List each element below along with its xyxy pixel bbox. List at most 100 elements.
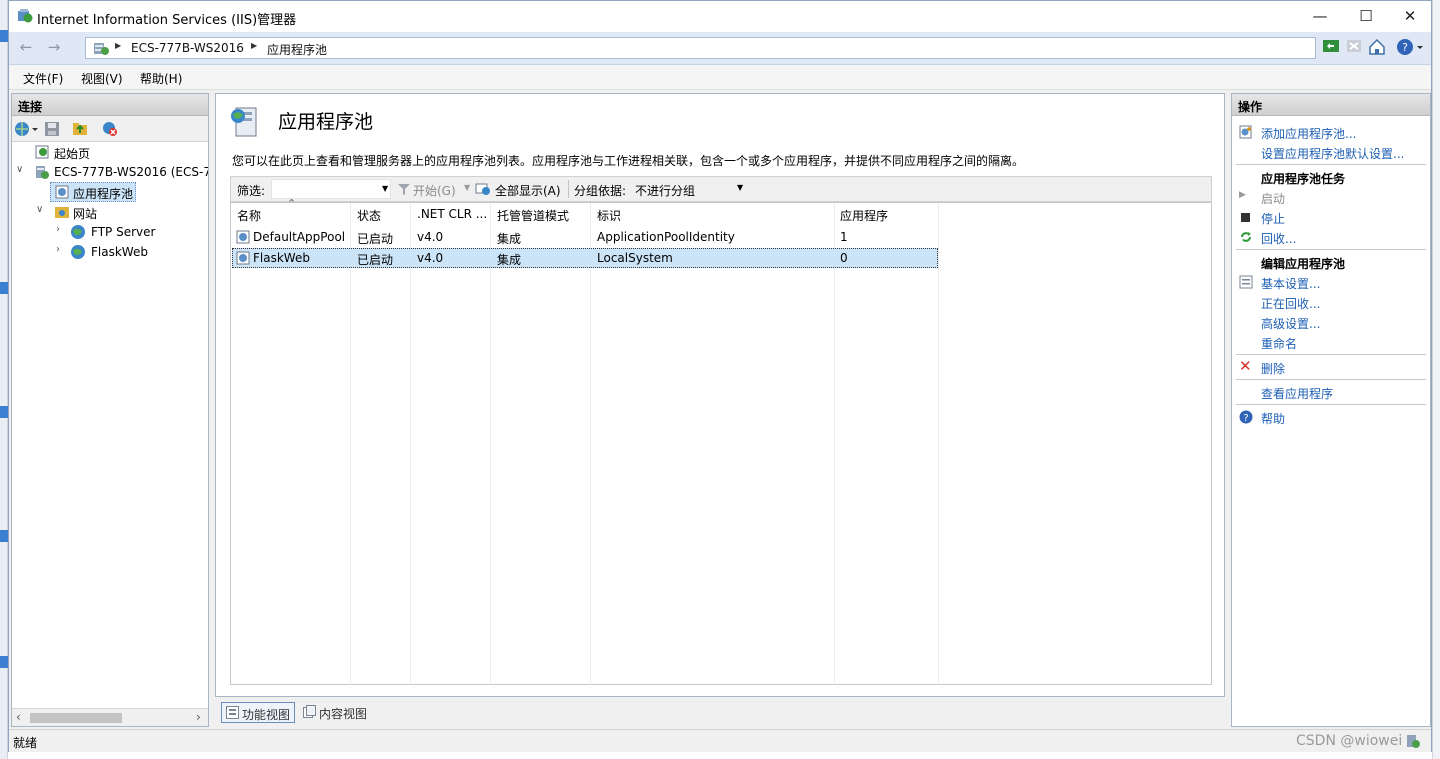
cell-applications: 0 [840, 251, 848, 265]
column-header-name[interactable]: 名称 [237, 207, 261, 224]
collapse-chevron-icon[interactable]: ∨ [36, 204, 43, 215]
forward-button[interactable]: → [41, 37, 67, 59]
menu-file[interactable]: 文件(F) [23, 70, 63, 87]
expand-chevron-icon[interactable]: › [56, 224, 60, 235]
tab-label: 功能视图 [242, 708, 291, 722]
tree-label: ECS-777B-WS2016 (ECS-77 [54, 165, 208, 179]
column-header-pipeline[interactable]: 托管管道模式 [497, 207, 569, 224]
iis-app-icon [17, 8, 33, 24]
group-by-select[interactable]: 不进行分组 [635, 182, 695, 199]
action-delete[interactable]: 删除 [1261, 360, 1285, 377]
address-bar[interactable]: ▶ ECS-777B-WS2016 ▶ 应用程序池 [85, 37, 1316, 59]
connect-globe-icon[interactable] [14, 121, 40, 137]
app-pools-page-icon [228, 104, 264, 140]
scroll-right-icon[interactable]: › [196, 710, 201, 724]
tree-item-flaskweb[interactable]: › FlaskWeb [12, 242, 208, 262]
site-globe-icon [70, 244, 86, 260]
tree-item-sites[interactable]: ∨ 网站 [12, 202, 208, 222]
action-advanced-settings[interactable]: 高级设置... [1261, 315, 1320, 332]
action-recycling[interactable]: 正在回收... [1261, 295, 1320, 312]
tree-label: FTP Server [91, 225, 156, 239]
action-help[interactable]: 帮助 [1261, 410, 1285, 427]
home-icon[interactable] [1368, 38, 1386, 56]
background-marker [0, 530, 8, 542]
up-folder-icon[interactable] [72, 121, 88, 137]
action-stop[interactable]: 停止 [1261, 210, 1285, 227]
expand-chevron-icon[interactable]: › [56, 244, 60, 255]
collapse-chevron-icon[interactable]: ∨ [16, 164, 23, 175]
refresh-icon[interactable] [1322, 38, 1340, 56]
breadcrumb-server[interactable]: ECS-777B-WS2016 [131, 41, 244, 55]
tree-item-app-pools[interactable]: 应用程序池 [12, 182, 208, 202]
group-by-dropdown-icon[interactable]: ▼ [737, 183, 743, 192]
breadcrumb-separator-icon: ▶ [115, 41, 122, 50]
connections-toolbar [12, 116, 208, 142]
close-button[interactable]: ✕ [1387, 1, 1433, 32]
breadcrumb-app-pools[interactable]: 应用程序池 [267, 41, 327, 58]
action-basic-settings[interactable]: 基本设置... [1261, 275, 1320, 292]
help-menu-icon[interactable]: ? [1396, 38, 1423, 56]
tree-item-server[interactable]: ∨ ECS-777B-WS2016 (ECS-77 [12, 162, 208, 182]
start-dropdown-icon[interactable]: ▼ [464, 183, 470, 192]
section-edit-app-pool: 编辑应用程序池 [1261, 257, 1346, 271]
tree-item-start-page[interactable]: 起始页 [12, 142, 208, 162]
column-header-status[interactable]: 状态 [357, 207, 381, 224]
action-view-applications[interactable]: 查看应用程序 [1261, 385, 1333, 402]
cell-clr: v4.0 [417, 230, 444, 244]
page-title: 应用程序池 [278, 111, 374, 133]
table-row[interactable]: FlaskWeb 已启动 v4.0 集成 LocalSystem 0 [232, 248, 938, 268]
column-divider [590, 203, 591, 685]
horizontal-scrollbar[interactable]: ‹ › [12, 708, 208, 726]
column-header-identity[interactable]: 标识 [597, 207, 621, 224]
cell-name: DefaultAppPool [253, 230, 346, 244]
action-rename[interactable]: 重命名 [1261, 335, 1297, 352]
minimize-button[interactable]: — [1297, 1, 1343, 32]
maximize-button[interactable]: ☐ [1343, 1, 1389, 32]
column-divider [490, 203, 491, 685]
delete-icon: ✕ [1239, 357, 1252, 375]
cell-status: 已启动 [357, 232, 394, 246]
title-bar: Internet Information Services (IIS)管理器 —… [9, 1, 1431, 32]
app-pool-row-icon [235, 229, 251, 245]
filter-funnel-icon [397, 182, 411, 196]
column-header-clr[interactable]: .NET CLR ... [417, 207, 487, 221]
scroll-thumb[interactable] [30, 713, 122, 723]
action-set-defaults[interactable]: 设置应用程序池默认设置... [1261, 145, 1404, 162]
server-icon [34, 164, 50, 180]
background-window-strip-left [0, 0, 8, 759]
cell-identity: LocalSystem [597, 251, 673, 265]
status-bar: 就绪 [9, 729, 1431, 752]
view-tabs: 功能视图 内容视图 [215, 698, 1225, 728]
action-start[interactable]: 启动 [1261, 190, 1285, 207]
stop-icon[interactable] [1346, 38, 1364, 56]
content-view-icon [303, 705, 316, 718]
connections-header: 连接 [12, 94, 208, 116]
column-header-applications[interactable]: 应用程序 [840, 207, 888, 224]
show-all-icon [475, 181, 491, 197]
scroll-left-icon[interactable]: ‹ [16, 710, 21, 724]
action-recycle[interactable]: 回收... [1261, 230, 1296, 247]
actions-panel: 操作 添加应用程序池... 设置应用程序池默认设置... 应用程序池任务 ▶ 启… [1231, 93, 1431, 727]
background-marker [0, 282, 8, 294]
basic-settings-icon [1239, 275, 1253, 289]
table-row[interactable]: DefaultAppPool 已启动 v4.0 集成 ApplicationPo… [232, 227, 938, 247]
tab-content-view[interactable]: 内容视图 [299, 702, 371, 723]
back-button[interactable]: ← [13, 37, 39, 59]
filter-input[interactable]: ▼ [271, 179, 391, 199]
show-all-button[interactable]: 全部显示(A) [495, 182, 561, 199]
menu-view[interactable]: 视图(V) [81, 70, 123, 87]
column-divider [410, 203, 411, 685]
app-pools-grid: ⌃ 名称 状态 .NET CLR ... 托管管道模式 标识 应用程序 Defa… [230, 197, 1212, 685]
tab-features-view[interactable]: 功能视图 [221, 702, 296, 723]
site-globe-icon [70, 224, 86, 240]
column-divider [350, 203, 351, 685]
disconnect-icon[interactable] [102, 121, 118, 137]
group-by-label: 分组依据: [574, 184, 627, 198]
action-add-app-pool[interactable]: 添加应用程序池... [1261, 125, 1356, 142]
tree-item-ftp-server[interactable]: › FTP Server [12, 222, 208, 242]
filter-start-button[interactable]: 开始(G) [413, 182, 456, 199]
save-icon[interactable] [44, 121, 60, 137]
menu-help[interactable]: 帮助(H) [140, 70, 182, 87]
filter-dropdown-icon[interactable]: ▼ [382, 184, 388, 193]
window-title: Internet Information Services (IIS)管理器 [37, 13, 297, 28]
